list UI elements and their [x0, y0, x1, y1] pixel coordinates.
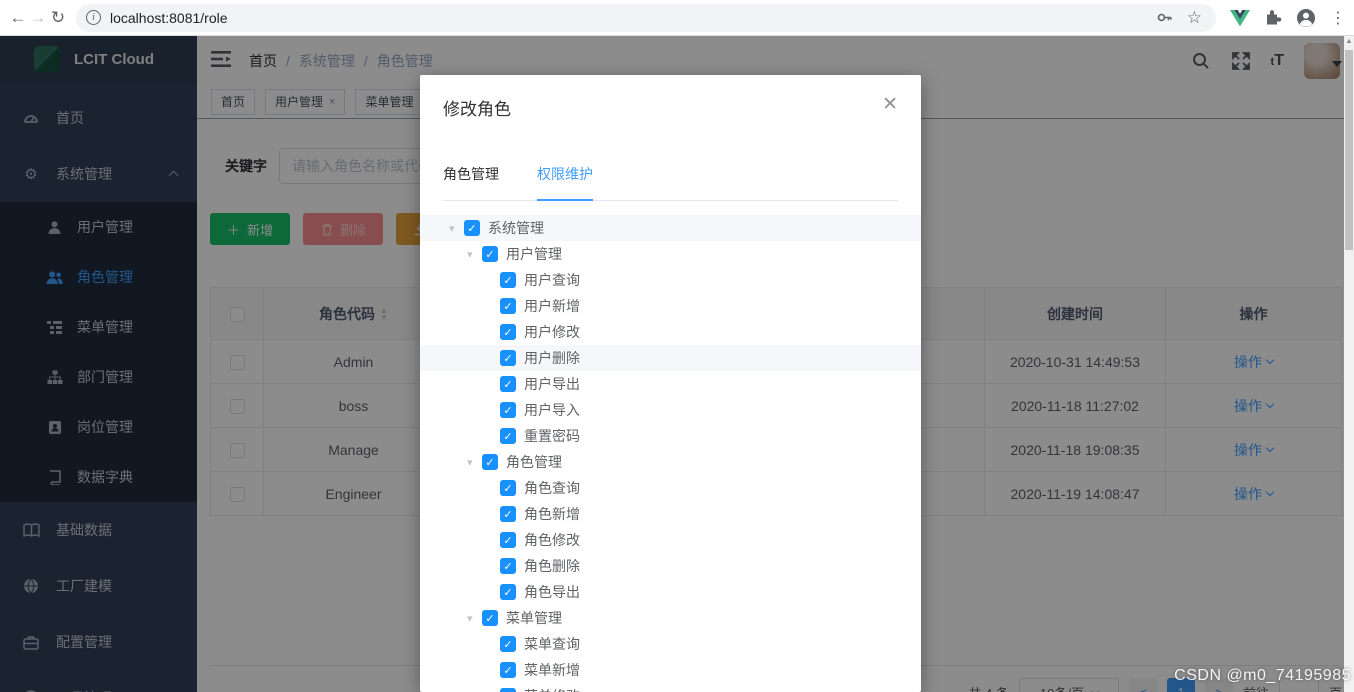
- caret-down-icon[interactable]: ▾: [467, 456, 482, 469]
- checkbox-checked[interactable]: ✓: [500, 350, 516, 366]
- page-scrollbar[interactable]: ▲: [1344, 36, 1354, 692]
- checkbox-checked[interactable]: ✓: [500, 402, 516, 418]
- csdn-watermark: CSDN @m0_74195985: [1174, 667, 1351, 684]
- checkbox-checked[interactable]: ✓: [500, 480, 516, 496]
- tree-node[interactable]: ▾✓菜单查询: [420, 631, 921, 657]
- permission-tree: ▾✓系统管理 ▾✓用户管理 ▾✓用户查询 ▾✓用户新增 ▾✓用户修改 ▾✓用户删…: [420, 215, 921, 692]
- checkbox-checked[interactable]: ✓: [482, 610, 498, 626]
- tree-node[interactable]: ▾✓菜单修改: [420, 683, 921, 692]
- caret-down-icon[interactable]: ▾: [467, 248, 482, 261]
- caret-down-icon[interactable]: ▾: [467, 612, 482, 625]
- tree-node[interactable]: ▾✓角色查询: [420, 475, 921, 501]
- checkbox-checked[interactable]: ✓: [482, 454, 498, 470]
- reload-icon[interactable]: ↻: [48, 4, 68, 32]
- extensions-puzzle-icon[interactable]: [1264, 9, 1282, 27]
- checkbox-checked[interactable]: ✓: [500, 298, 516, 314]
- vue-devtools-icon[interactable]: [1230, 9, 1250, 27]
- tree-node[interactable]: ▾✓用户导出: [420, 371, 921, 397]
- checkbox-checked[interactable]: ✓: [500, 428, 516, 444]
- tree-node[interactable]: ▾✓重置密码: [420, 423, 921, 449]
- checkbox-checked[interactable]: ✓: [500, 272, 516, 288]
- profile-icon[interactable]: [1296, 8, 1316, 28]
- tree-node[interactable]: ▾✓用户修改: [420, 319, 921, 345]
- tree-node[interactable]: ▾✓用户新增: [420, 293, 921, 319]
- tree-node[interactable]: ▾✓菜单新增: [420, 657, 921, 683]
- tree-node[interactable]: ▾✓用户导入: [420, 397, 921, 423]
- checkbox-checked[interactable]: ✓: [464, 220, 480, 236]
- page-info-icon[interactable]: i: [86, 10, 101, 25]
- bookmark-star-icon[interactable]: ☆: [1187, 8, 1202, 28]
- password-key-icon[interactable]: [1156, 9, 1173, 26]
- tab-permission[interactable]: 权限维护: [537, 164, 593, 201]
- scrollbar-thumb[interactable]: [1345, 50, 1353, 250]
- tree-node[interactable]: ▾✓角色修改: [420, 527, 921, 553]
- checkbox-checked[interactable]: ✓: [500, 662, 516, 678]
- tree-node[interactable]: ▾✓用户删除: [420, 345, 921, 371]
- dialog-title: 修改角色: [443, 100, 511, 119]
- caret-down-icon[interactable]: ▾: [449, 222, 464, 235]
- dialog-close-icon[interactable]: ✕: [882, 95, 898, 120]
- tree-node[interactable]: ▾ ✓ 系统管理: [420, 215, 921, 241]
- address-bar[interactable]: i localhost:8081/role ☆: [76, 3, 1216, 32]
- tab-role-mgmt[interactable]: 角色管理: [443, 164, 499, 200]
- checkbox-checked[interactable]: ✓: [482, 246, 498, 262]
- browser-menu-icon[interactable]: ⋮: [1330, 8, 1346, 28]
- scroll-up-icon[interactable]: ▲: [1345, 38, 1353, 45]
- edit-role-dialog: 修改角色 ✕ 角色管理 权限维护 ▾✓系统管理 ▾✓用户管理 ▾✓用户查询 ▾✓…: [420, 75, 921, 692]
- checkbox-checked[interactable]: ✓: [500, 532, 516, 548]
- tree-node[interactable]: ▾✓角色删除: [420, 553, 921, 579]
- tree-node[interactable]: ▾ ✓ 角色管理: [420, 449, 921, 475]
- forward-icon[interactable]: →: [28, 4, 48, 32]
- tree-node[interactable]: ▾✓角色导出: [420, 579, 921, 605]
- url-text[interactable]: localhost:8081/role: [110, 10, 1156, 26]
- dialog-tabs: 角色管理 权限维护: [443, 164, 898, 201]
- tree-node[interactable]: ▾✓角色新增: [420, 501, 921, 527]
- checkbox-checked[interactable]: ✓: [500, 558, 516, 574]
- checkbox-checked[interactable]: ✓: [500, 636, 516, 652]
- app-window: LCIT Cloud 首页 ⚙ 系统管理 用户管理 角色管理 菜单管理 部门管理…: [0, 36, 1354, 692]
- tree-node[interactable]: ▾ ✓ 用户管理: [420, 241, 921, 267]
- tree-node[interactable]: ▾✓用户查询: [420, 267, 921, 293]
- browser-toolbar: ← → ↻ i localhost:8081/role ☆ ⋮: [0, 0, 1354, 36]
- checkbox-checked[interactable]: ✓: [500, 506, 516, 522]
- checkbox-checked[interactable]: ✓: [500, 324, 516, 340]
- checkbox-checked[interactable]: ✓: [500, 688, 516, 692]
- tree-node[interactable]: ▾ ✓ 菜单管理: [420, 605, 921, 631]
- checkbox-checked[interactable]: ✓: [500, 584, 516, 600]
- checkbox-checked[interactable]: ✓: [500, 376, 516, 392]
- back-icon[interactable]: ←: [8, 4, 28, 32]
